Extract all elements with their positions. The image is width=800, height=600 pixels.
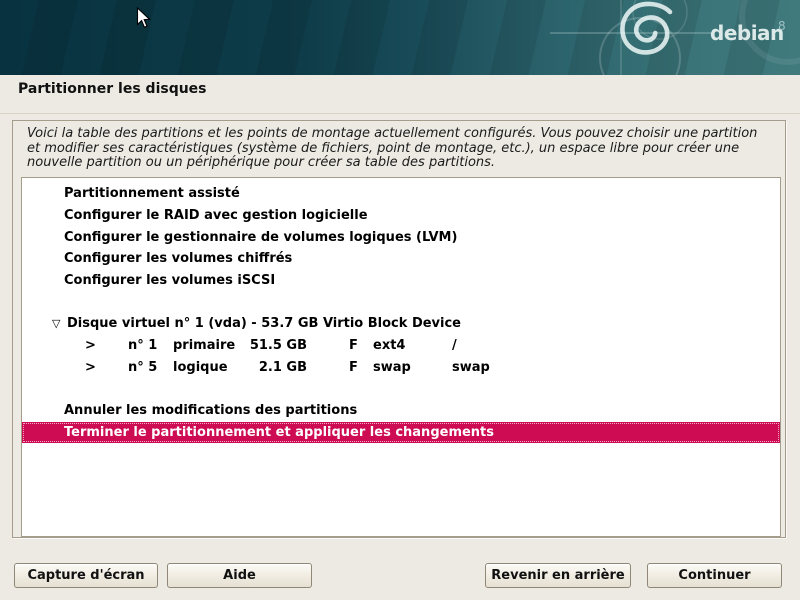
item-label: Configurer les volumes chiffrés (64, 251, 292, 266)
item-configure-lvm[interactable]: Configurer le gestionnaire de volumes lo… (22, 226, 780, 248)
partition-mountpoint: swap (452, 360, 490, 375)
title-divider (0, 113, 800, 114)
item-label: Configurer le gestionnaire de volumes lo… (64, 230, 457, 245)
item-configure-encrypted[interactable]: Configurer les volumes chiffrés (22, 248, 780, 270)
spacer-row (22, 378, 780, 400)
spacer-row (22, 291, 780, 313)
item-disk-vda[interactable]: ▽ Disque virtuel n° 1 (vda) - 53.7 GB Vi… (22, 313, 780, 335)
partition-type: logique (173, 360, 247, 375)
partition-filesystem: ext4 (373, 338, 452, 353)
item-configure-raid[interactable]: Configurer le RAID avec gestion logiciel… (22, 205, 780, 227)
disk-label: Disque virtuel n° 1 (vda) - 53.7 GB Virt… (67, 316, 461, 331)
item-label: Annuler les modifications des partitions (64, 403, 357, 418)
partition-type: primaire (173, 338, 247, 353)
expander-closed-icon[interactable]: > (85, 338, 128, 353)
partition-format-flag: F (349, 360, 373, 375)
instructions-text: Voici la table des partitions et les poi… (27, 127, 773, 171)
item-undo-changes[interactable]: Annuler les modifications des partitions (22, 400, 780, 422)
item-guided-partitioning[interactable]: Partitionnement assisté (22, 183, 780, 205)
partition-format-flag: F (349, 338, 373, 353)
partition-number: n° 1 (128, 338, 173, 353)
partition-filesystem: swap (373, 360, 452, 375)
partition-mountpoint: / (452, 338, 457, 353)
continue-button[interactable]: Continuer (647, 563, 782, 588)
item-configure-iscsi[interactable]: Configurer les volumes iSCSI (22, 270, 780, 292)
partition-size: 51.5 GB (247, 338, 307, 353)
screenshot-button[interactable]: Capture d'écran (14, 563, 158, 588)
item-partition-1[interactable]: > n° 1 primaire 51.5 GB F ext4 / (22, 335, 780, 357)
partition-number: n° 5 (128, 360, 173, 375)
partition-list: Partitionnement assisté Configurer le RA… (21, 177, 781, 537)
debian-version: 8 (778, 19, 786, 33)
item-label: Partitionnement assisté (64, 186, 240, 201)
debian-logo-text: debian (710, 21, 784, 45)
item-label: Configurer le RAID avec gestion logiciel… (64, 208, 368, 223)
banner: debian 8 (0, 0, 800, 75)
expander-open-icon[interactable]: ▽ (52, 317, 67, 330)
item-label: Terminer le partitionnement et appliquer… (64, 425, 494, 440)
partition-size: 2.1 GB (247, 360, 307, 375)
main-frame: Voici la table des partitions et les poi… (12, 120, 786, 538)
mouse-cursor-icon (136, 7, 151, 29)
back-button[interactable]: Revenir en arrière (485, 563, 631, 588)
item-finish-partitioning[interactable]: Terminer le partitionnement et appliquer… (22, 422, 780, 444)
help-button[interactable]: Aide (167, 563, 312, 588)
item-label: Configurer les volumes iSCSI (64, 273, 275, 288)
page-title: Partitionner les disques (18, 81, 207, 97)
item-partition-5[interactable]: > n° 5 logique 2.1 GB F swap swap (22, 357, 780, 379)
expander-closed-icon[interactable]: > (85, 360, 128, 375)
